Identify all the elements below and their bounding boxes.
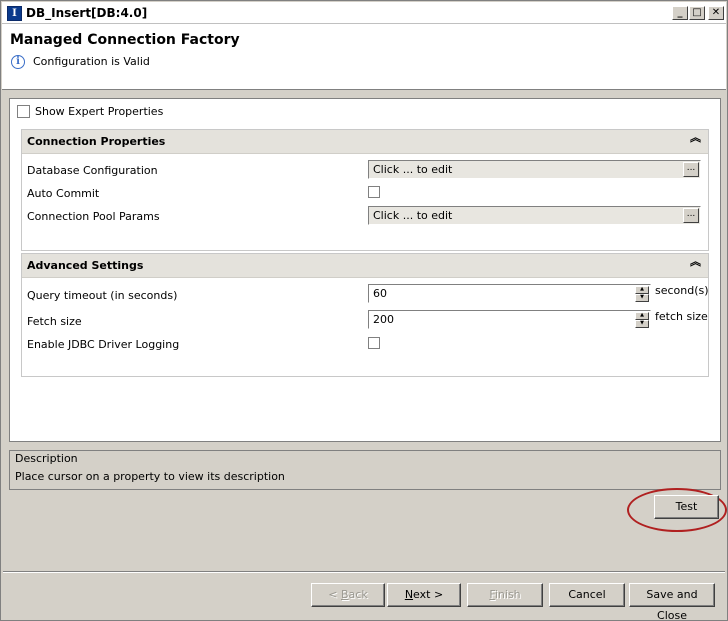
- auto-commit-label: Auto Commit: [27, 187, 100, 200]
- next-button[interactable]: Next >: [387, 583, 461, 607]
- connection-pool-params-label: Connection Pool Params: [27, 210, 160, 223]
- spin-up-icon[interactable]: ▲: [635, 312, 649, 320]
- app-icon: I: [7, 6, 22, 21]
- auto-commit-checkbox[interactable]: [368, 186, 380, 198]
- database-configuration-field[interactable]: Click ... to edit ...: [368, 160, 701, 179]
- next-button-rest: ext >: [413, 588, 444, 601]
- database-configuration-label: Database Configuration: [27, 164, 158, 177]
- spin-down-icon[interactable]: ▼: [635, 320, 649, 328]
- maximize-button[interactable]: □: [689, 6, 705, 20]
- show-expert-checkbox[interactable]: [17, 105, 30, 118]
- page-title: Managed Connection Factory: [10, 32, 240, 48]
- connection-pool-params-ellipsis-button[interactable]: ...: [683, 208, 699, 223]
- close-icon: ✕: [711, 7, 721, 18]
- query-timeout-value: 60: [373, 287, 387, 300]
- fetch-size-value: 200: [373, 313, 394, 326]
- jdbc-logging-label: Enable JDBC Driver Logging: [27, 338, 180, 351]
- connection-pool-params-value: Click ... to edit: [373, 209, 453, 222]
- spin-down-icon[interactable]: ▼: [635, 294, 649, 302]
- section-title: Advanced Settings: [27, 259, 144, 272]
- advanced-settings-header[interactable]: Advanced Settings ︽: [22, 254, 708, 278]
- fetch-size-label: Fetch size: [27, 315, 82, 328]
- dialog-header: Managed Connection Factory i Configurati…: [2, 24, 726, 90]
- minimize-button[interactable]: _: [672, 6, 688, 20]
- window-title: DB_Insert[DB:4.0]: [26, 6, 148, 20]
- description-panel: Description Place cursor on a property t…: [9, 450, 721, 490]
- section-title: Connection Properties: [27, 135, 166, 148]
- cancel-button[interactable]: Cancel: [549, 583, 625, 607]
- query-timeout-label: Query timeout (in seconds): [27, 289, 178, 302]
- back-button-prefix: <: [328, 588, 341, 601]
- show-expert-label: Show Expert Properties: [35, 105, 164, 118]
- info-icon: i: [11, 55, 25, 69]
- button-bar-separator: [3, 571, 725, 573]
- back-button[interactable]: < Back: [311, 583, 385, 607]
- connection-properties-header[interactable]: Connection Properties ︽: [22, 130, 708, 154]
- next-button-mnemonic: N: [404, 588, 414, 601]
- properties-panel: Show Expert Properties Connection Proper…: [9, 98, 721, 442]
- maximize-icon: □: [692, 7, 702, 18]
- collapse-icon[interactable]: ︽: [690, 256, 701, 267]
- validation-status: Configuration is Valid: [33, 55, 150, 68]
- close-button[interactable]: ✕: [708, 6, 724, 20]
- save-and-close-button[interactable]: Save and Close: [629, 583, 715, 621]
- fetch-size-spinner[interactable]: 200 ▲ ▼: [368, 310, 651, 329]
- database-configuration-value: Click ... to edit: [373, 163, 453, 176]
- spin-up-icon[interactable]: ▲: [635, 286, 649, 294]
- title-bar: I DB_Insert[DB:4.0] _ □ ✕: [2, 2, 726, 24]
- back-button-mnemonic: B: [341, 588, 349, 601]
- connection-pool-params-field[interactable]: Click ... to edit ...: [368, 206, 701, 225]
- connection-properties-section: Connection Properties ︽ Database Configu…: [21, 129, 709, 251]
- database-configuration-ellipsis-button[interactable]: ...: [683, 162, 699, 177]
- finish-button[interactable]: Finish: [467, 583, 543, 607]
- description-title: Description: [15, 452, 78, 465]
- collapse-icon[interactable]: ︽: [690, 132, 701, 143]
- query-timeout-unit: second(s): [655, 284, 709, 297]
- description-text: Place cursor on a property to view its d…: [15, 470, 285, 483]
- query-timeout-spinner[interactable]: 60 ▲ ▼: [368, 284, 651, 303]
- fetch-size-unit: fetch size: [655, 310, 708, 323]
- dialog-window: I DB_Insert[DB:4.0] _ □ ✕ Managed Connec…: [0, 0, 728, 621]
- minimize-icon: _: [677, 7, 683, 18]
- jdbc-logging-checkbox[interactable]: [368, 337, 380, 349]
- advanced-settings-section: Advanced Settings ︽ Query timeout (in se…: [21, 253, 709, 377]
- back-button-rest: ack: [348, 588, 368, 601]
- test-button[interactable]: Test: [654, 495, 719, 519]
- finish-button-rest: inish: [494, 588, 521, 601]
